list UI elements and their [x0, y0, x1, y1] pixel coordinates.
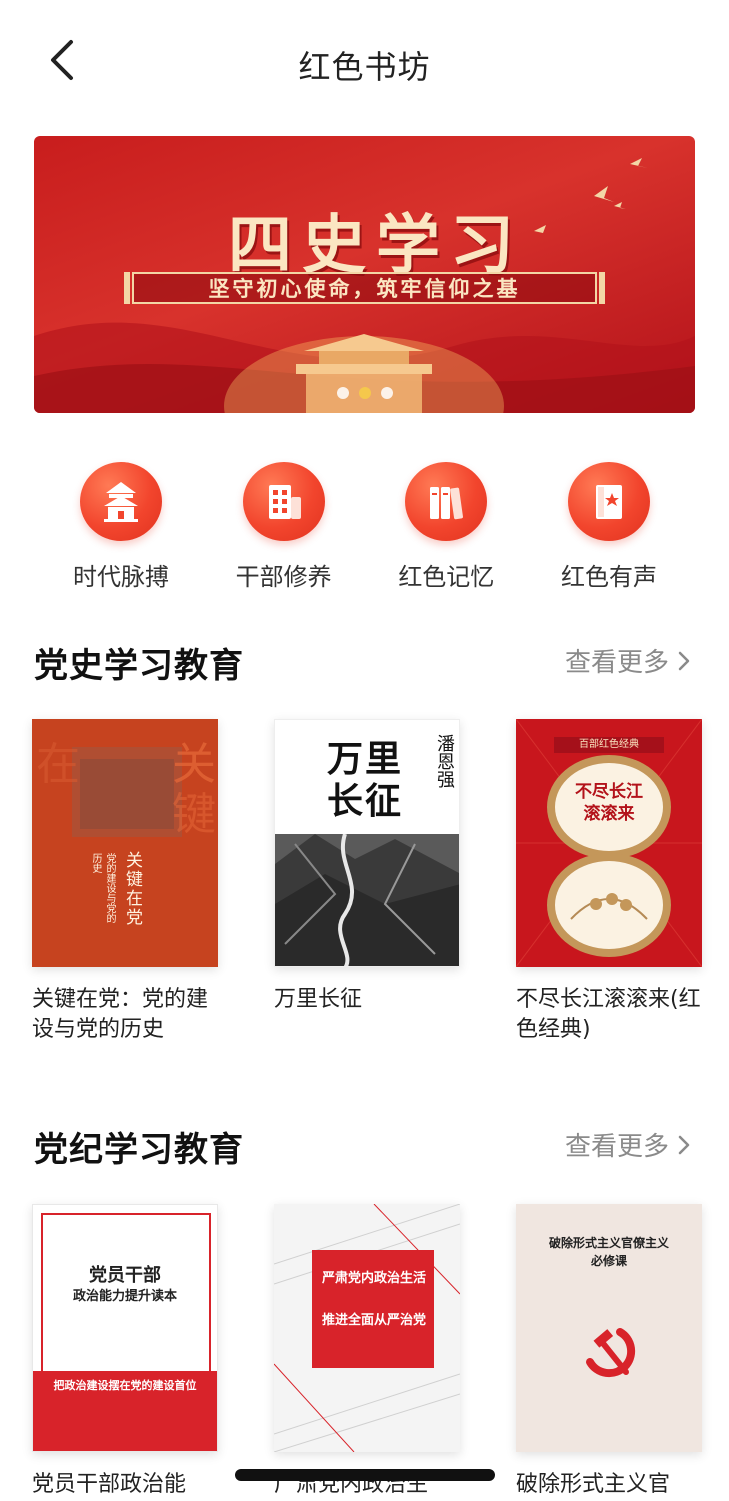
category-grid: 时代脉搏 干部修养 红色记忆 红色有声 [40, 462, 690, 592]
cover-subtitle: 必修课 [590, 1254, 627, 1268]
cover-subtitle: 政治能力提升读本 [72, 1289, 177, 1304]
book-card[interactable]: 万里长征 潘恩强 万里长征 [274, 719, 460, 1045]
category-label: 时代脉搏 [73, 563, 169, 591]
svg-text:关: 关 [172, 739, 216, 790]
cover-art: 在 关 键 [36, 739, 216, 840]
category-label: 干部修养 [235, 563, 332, 591]
page-title: 红色书坊 [298, 48, 431, 86]
cover-title: 破除形式主义官僚主义 [548, 1236, 669, 1250]
category-item-jiyi[interactable]: 红色记忆 [365, 462, 527, 592]
book-card[interactable]: 在 关 键 关键在党 党的建设与党的历史 关键在党：党的建设与党的历史 [32, 719, 218, 1045]
book-card[interactable]: 破除形式主义官僚主义 必修课 破除形式主义官 [516, 1204, 702, 1500]
category-item-yousheng[interactable]: 红色有声 [528, 462, 690, 592]
mountain-photo [275, 834, 459, 966]
cover-title: 万里长征 [327, 738, 404, 822]
audio-book-icon [567, 462, 650, 541]
book-title[interactable]: 破除形式主义官 [516, 1470, 702, 1500]
book-title[interactable]: 关键在党：党的建设与党的历史 [32, 985, 218, 1045]
carousel-indicator [34, 387, 695, 399]
carousel-dot[interactable] [380, 387, 393, 399]
hammer-sickle-icon [586, 1328, 636, 1378]
book-title[interactable]: 万里长征 [274, 985, 460, 1015]
cover-title: 关键在党 [122, 851, 142, 927]
book-card[interactable]: 党员干部 政治能力提升读本 把政治建设摆在党的建设首位 党员干部政治能 [32, 1204, 218, 1500]
book-title[interactable]: 不尽长江滚滚来(红色经典) [516, 985, 702, 1045]
book-cover[interactable]: 严肃党内政治生活 推进全面从严治党 [274, 1204, 460, 1452]
cover-title: 严肃党内政治生活 [322, 1271, 427, 1286]
book-card[interactable]: 百部红色经典 不尽长江滚滚来 不尽长江滚滚来(红色经典) [516, 719, 702, 1045]
book-cover[interactable]: 百部红色经典 不尽长江滚滚来 [516, 719, 702, 967]
section-title: 党纪学习教育 [34, 1130, 244, 1170]
chevron-right-icon [678, 651, 690, 670]
svg-text:键: 键 [172, 789, 216, 840]
cover-art [516, 719, 702, 967]
section-header-dangshi: 党史学习教育 查看更多 [34, 638, 695, 688]
pavilion-icon [80, 462, 162, 541]
see-more-link[interactable]: 查看更多 [565, 642, 691, 679]
cover-badge: 百部红色经典 [579, 739, 639, 750]
category-item-shidai[interactable]: 时代脉搏 [40, 462, 202, 592]
home-indicator[interactable] [235, 1469, 495, 1481]
book-title[interactable]: 党员干部政治能 [32, 1470, 218, 1500]
cover-title: 不尽长江滚滚来 [575, 782, 643, 824]
books-icon [405, 462, 488, 541]
see-more-label: 查看更多 [564, 648, 669, 678]
banner-subtitle: 坚守初心使命，筑牢信仰之基 [208, 276, 521, 301]
cover-subtitle: 推进全面从严治党 [322, 1313, 427, 1328]
book-cover[interactable]: 万里长征 潘恩强 [274, 719, 460, 967]
book-list: 党员干部 政治能力提升读本 把政治建设摆在党的建设首位 党员干部政治能 严肃党内… [32, 1204, 702, 1500]
category-label: 红色有声 [560, 563, 657, 591]
book-cover[interactable]: 党员干部 政治能力提升读本 把政治建设摆在党的建设首位 [32, 1204, 218, 1452]
book-cover[interactable]: 在 关 键 关键在党 党的建设与党的历史 [32, 719, 218, 967]
svg-text:在: 在 [36, 739, 80, 790]
see-more-label: 查看更多 [564, 1132, 669, 1162]
book-cover[interactable]: 破除形式主义官僚主义 必修课 [516, 1204, 702, 1452]
book-card[interactable]: 严肃党内政治生活 推进全面从严治党 广肃党内政治生 [274, 1204, 460, 1500]
category-label: 红色记忆 [398, 563, 495, 591]
banner-subtitle-box: 坚守初心使命，筑牢信仰之基 [124, 272, 605, 304]
top-bar: 红色书坊 [0, 0, 729, 120]
carousel-dot[interactable] [336, 387, 349, 399]
see-more-link[interactable]: 查看更多 [565, 1126, 691, 1163]
cover-subtitle: 党的建设与党的历史 [90, 853, 115, 923]
book-list: 在 关 键 关键在党 党的建设与党的历史 关键在党：党的建设与党的历史 万里长征… [32, 719, 702, 1045]
cover-author: 潘恩强 [434, 734, 455, 788]
carousel-dot-active[interactable] [358, 387, 371, 399]
banner-carousel[interactable]: 四史学习 坚守初心使命，筑牢信仰之基 [34, 136, 695, 413]
section-header-dangji: 党纪学习教育 查看更多 [34, 1122, 695, 1172]
cover-band-text: 把政治建设摆在党的建设首位 [53, 1379, 197, 1392]
section-title: 党史学习教育 [34, 646, 244, 686]
cover-title: 党员干部 [89, 1265, 161, 1286]
building-icon [242, 462, 325, 541]
category-item-ganbu[interactable]: 干部修养 [203, 462, 365, 592]
chevron-right-icon [678, 1135, 690, 1154]
